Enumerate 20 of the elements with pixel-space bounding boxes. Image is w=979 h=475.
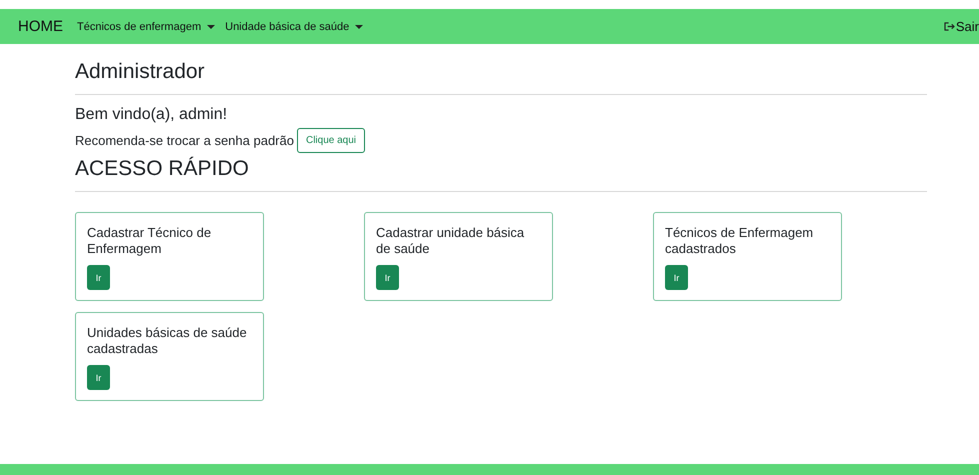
home-link[interactable]: HOME bbox=[18, 18, 63, 35]
welcome-text: Bem vindo(a), admin! bbox=[75, 106, 228, 124]
change-password-button[interactable]: Clique aqui bbox=[296, 128, 366, 153]
nav-dropdown[interactable]: Técnicos de enfermagem bbox=[77, 20, 216, 32]
go-button[interactable]: Ir bbox=[376, 265, 399, 290]
nav-dropdown[interactable]: Unidade básica de saúde bbox=[225, 20, 364, 32]
card-title: Cadastrar Técnico de Enfermagem bbox=[87, 225, 212, 258]
logout-link[interactable]: Sair bbox=[944, 19, 979, 34]
card-title: Técnicos de Enfermagem cadastrados bbox=[665, 225, 814, 258]
card-title: Cadastrar unidade básica de saúde bbox=[376, 225, 526, 258]
go-button[interactable]: Ir bbox=[87, 365, 110, 390]
page-title: Administrador bbox=[75, 60, 206, 84]
notice-text: Recomenda-se trocar a senha padrão bbox=[75, 133, 294, 148]
go-button[interactable]: Ir bbox=[665, 265, 688, 290]
go-button[interactable]: Ir bbox=[87, 265, 110, 290]
caret-icon bbox=[355, 24, 364, 28]
caret-icon bbox=[207, 24, 216, 28]
card-title: Unidades básicas de saúde cadastradas bbox=[87, 325, 248, 358]
logout-icon bbox=[944, 22, 955, 31]
section-title: ACESSO RÁPIDO bbox=[75, 157, 250, 181]
